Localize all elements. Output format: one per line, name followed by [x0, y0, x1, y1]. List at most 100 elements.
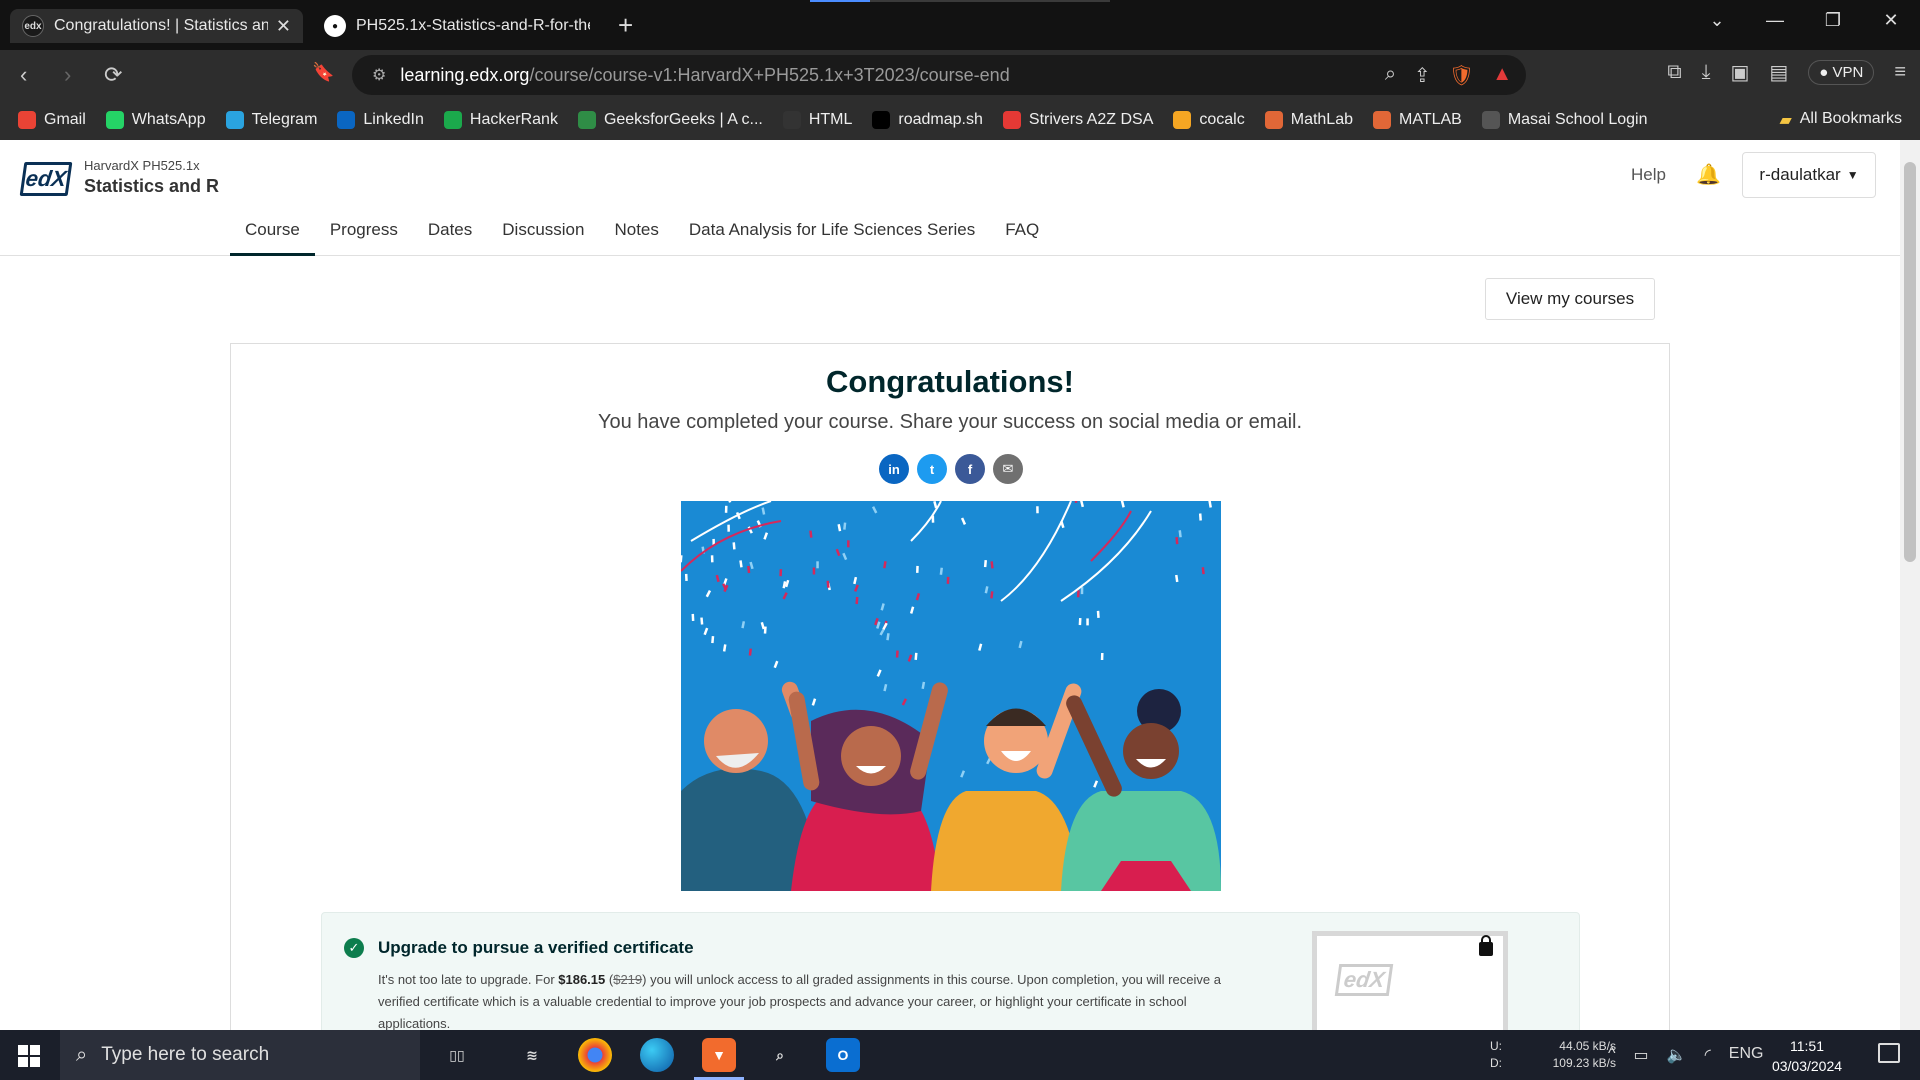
reload-icon[interactable]: ⟳	[104, 62, 122, 88]
bookmark-item[interactable]: Strivers A2Z DSA	[1002, 111, 1153, 129]
confetti-piece	[1120, 501, 1125, 508]
language-indicator[interactable]: ENG	[1729, 1045, 1764, 1065]
confetti-piece	[990, 591, 994, 599]
tab-congratulations[interactable]: edx Congratulations! | Statistics and ✕	[10, 9, 303, 43]
zoom-icon[interactable]: ⌕	[1385, 63, 1396, 88]
confetti-piece	[741, 621, 746, 629]
menu-icon[interactable]: ≡	[1894, 61, 1906, 84]
tab-course[interactable]: Course	[230, 210, 315, 256]
brave-rewards-icon[interactable]: ▲	[1492, 63, 1512, 88]
email-share-icon[interactable]: ✉	[993, 454, 1023, 484]
bookmark-item[interactable]: MATLAB	[1373, 111, 1462, 129]
downloads-icon[interactable]: ⤓	[1702, 61, 1711, 84]
forward-arrow-icon[interactable]: ›	[64, 62, 71, 88]
confetti-piece	[871, 506, 878, 514]
bookmark-item[interactable]: roadmap.sh	[872, 111, 983, 129]
chrome-icon[interactable]	[578, 1038, 612, 1072]
bookmark-item[interactable]: HackerRank	[443, 111, 558, 129]
confetti-piece	[842, 552, 848, 561]
tab-data-analysis-for-life-sciences-series[interactable]: Data Analysis for Life Sciences Series	[674, 210, 990, 256]
bookmark-item[interactable]: LinkedIn	[337, 111, 424, 129]
course-end-card: Congratulations! You have completed your…	[230, 343, 1670, 1030]
all-bookmarks-button[interactable]: ▰ All Bookmarks	[1779, 110, 1902, 130]
congratulations-subtitle: You have completed your course. Share yo…	[597, 411, 1303, 433]
user-menu-button[interactable]: r-daulatkar ▼	[1742, 152, 1876, 198]
brave-shields-icon[interactable]: 🛡	[1449, 63, 1474, 88]
scrollbar-thumb[interactable]	[1904, 162, 1916, 562]
confetti-piece	[916, 565, 919, 573]
confetti-piece	[909, 606, 915, 614]
vpn-button[interactable]: ● VPN	[1808, 60, 1875, 85]
notification-center-icon[interactable]	[1878, 1043, 1900, 1063]
bookmark-item[interactable]: Telegram	[225, 111, 317, 129]
tab-discussion[interactable]: Discussion	[487, 210, 599, 256]
brave-icon[interactable]: ▼	[694, 1038, 744, 1080]
bookmark-item[interactable]: GeeksforGeeks | A c...	[577, 111, 763, 129]
windows-start-icon[interactable]	[18, 1045, 40, 1067]
kali-terminal-icon[interactable]: ≋	[515, 1038, 549, 1072]
edge-icon[interactable]	[640, 1038, 674, 1072]
close-tab-icon[interactable]: ✕	[276, 16, 291, 37]
confetti-piece	[748, 648, 753, 656]
net-up: 44.05 kB/s	[1559, 1039, 1616, 1053]
minimize-button[interactable]: —	[1746, 0, 1804, 40]
tab-search-chevron-icon[interactable]: ⌄	[1688, 0, 1746, 40]
task-view-icon[interactable]: ▯▯	[440, 1038, 474, 1072]
search-app-icon[interactable]: ⌕	[763, 1038, 797, 1072]
edx-logo[interactable]: edX	[19, 162, 73, 196]
back-arrow-icon[interactable]: ‹	[20, 62, 27, 88]
confetti-piece	[722, 644, 727, 652]
confetti-piece	[763, 532, 769, 540]
page-scrollbar[interactable]	[1900, 140, 1920, 1030]
extensions-icon[interactable]: ⧉	[1667, 61, 1681, 84]
bookmark-icon[interactable]: 🔖	[312, 62, 334, 83]
linkedin-icon	[337, 111, 356, 129]
share-icon[interactable]: ⇪	[1414, 63, 1431, 88]
tab-dates[interactable]: Dates	[413, 210, 487, 256]
bookmark-item[interactable]: WhatsApp	[105, 111, 206, 129]
tab-faq[interactable]: FAQ	[990, 210, 1054, 256]
window-controls: ⌄ — ❐ ✕	[1688, 0, 1920, 40]
close-window-button[interactable]: ✕	[1862, 0, 1920, 40]
site-settings-icon[interactable]: ⚙	[372, 65, 386, 85]
bookmark-item[interactable]: MathLab	[1264, 111, 1353, 129]
address-bar[interactable]: ⚙ learning.edx.org/course/course-v1:Harv…	[352, 55, 1526, 95]
tab-progress[interactable]: Progress	[315, 210, 413, 256]
taskbar-search-box[interactable]: ⌕ Type here to search	[60, 1030, 420, 1080]
person-woman-red-illustration	[788, 682, 948, 891]
windows-taskbar: ⌕ Type here to search ▯▯ ≋ ▼ ⌕ O U: 44.05…	[0, 1030, 1920, 1080]
confetti-piece	[1175, 537, 1179, 545]
new-tab-button[interactable]: +	[618, 10, 633, 41]
confetti-piece	[739, 560, 743, 568]
battery-icon[interactable]: ▭	[1634, 1045, 1649, 1065]
tab-notes[interactable]: Notes	[599, 210, 673, 256]
outlook-icon[interactable]: O	[826, 1038, 860, 1072]
facebook-share-icon[interactable]: f	[955, 454, 985, 484]
linkedin-share-icon[interactable]: in	[879, 454, 909, 484]
notification-bell-icon[interactable]: 🔔	[1696, 162, 1721, 187]
confetti-piece	[984, 586, 989, 594]
show-hidden-icons-icon[interactable]: ^	[1608, 1045, 1616, 1065]
volume-icon[interactable]: 🔈	[1667, 1045, 1687, 1065]
sidebar-icon[interactable]: ▣	[1730, 60, 1749, 85]
help-link[interactable]: Help	[1631, 165, 1666, 185]
gfg-icon	[577, 111, 596, 129]
bookmark-item[interactable]: Gmail	[18, 111, 86, 129]
bookmark-item[interactable]: cocalc	[1173, 111, 1245, 129]
view-my-courses-button[interactable]: View my courses	[1485, 278, 1655, 320]
restore-button[interactable]: ❐	[1804, 0, 1862, 40]
chevron-down-icon: ▼	[1846, 168, 1859, 182]
wallet-icon[interactable]: ▤	[1769, 60, 1788, 85]
bookmark-item[interactable]: HTML	[782, 111, 852, 129]
confetti-piece	[724, 505, 728, 513]
wifi-icon[interactable]: ◜	[1705, 1045, 1711, 1065]
twitter-share-icon[interactable]: t	[917, 454, 947, 484]
confetti-piece	[853, 576, 858, 585]
certificate-edx-logo: edX	[1334, 964, 1394, 996]
clock[interactable]: 11:51 03/03/2024	[1762, 1036, 1852, 1076]
confetti-piece	[914, 652, 918, 660]
tab-github[interactable]: ● PH525.1x-Statistics-and-R-for-the-Li	[312, 9, 602, 43]
confetti-piece	[812, 567, 816, 575]
cocalc-icon	[1173, 111, 1192, 129]
bookmark-item[interactable]: Masai School Login	[1481, 111, 1647, 129]
